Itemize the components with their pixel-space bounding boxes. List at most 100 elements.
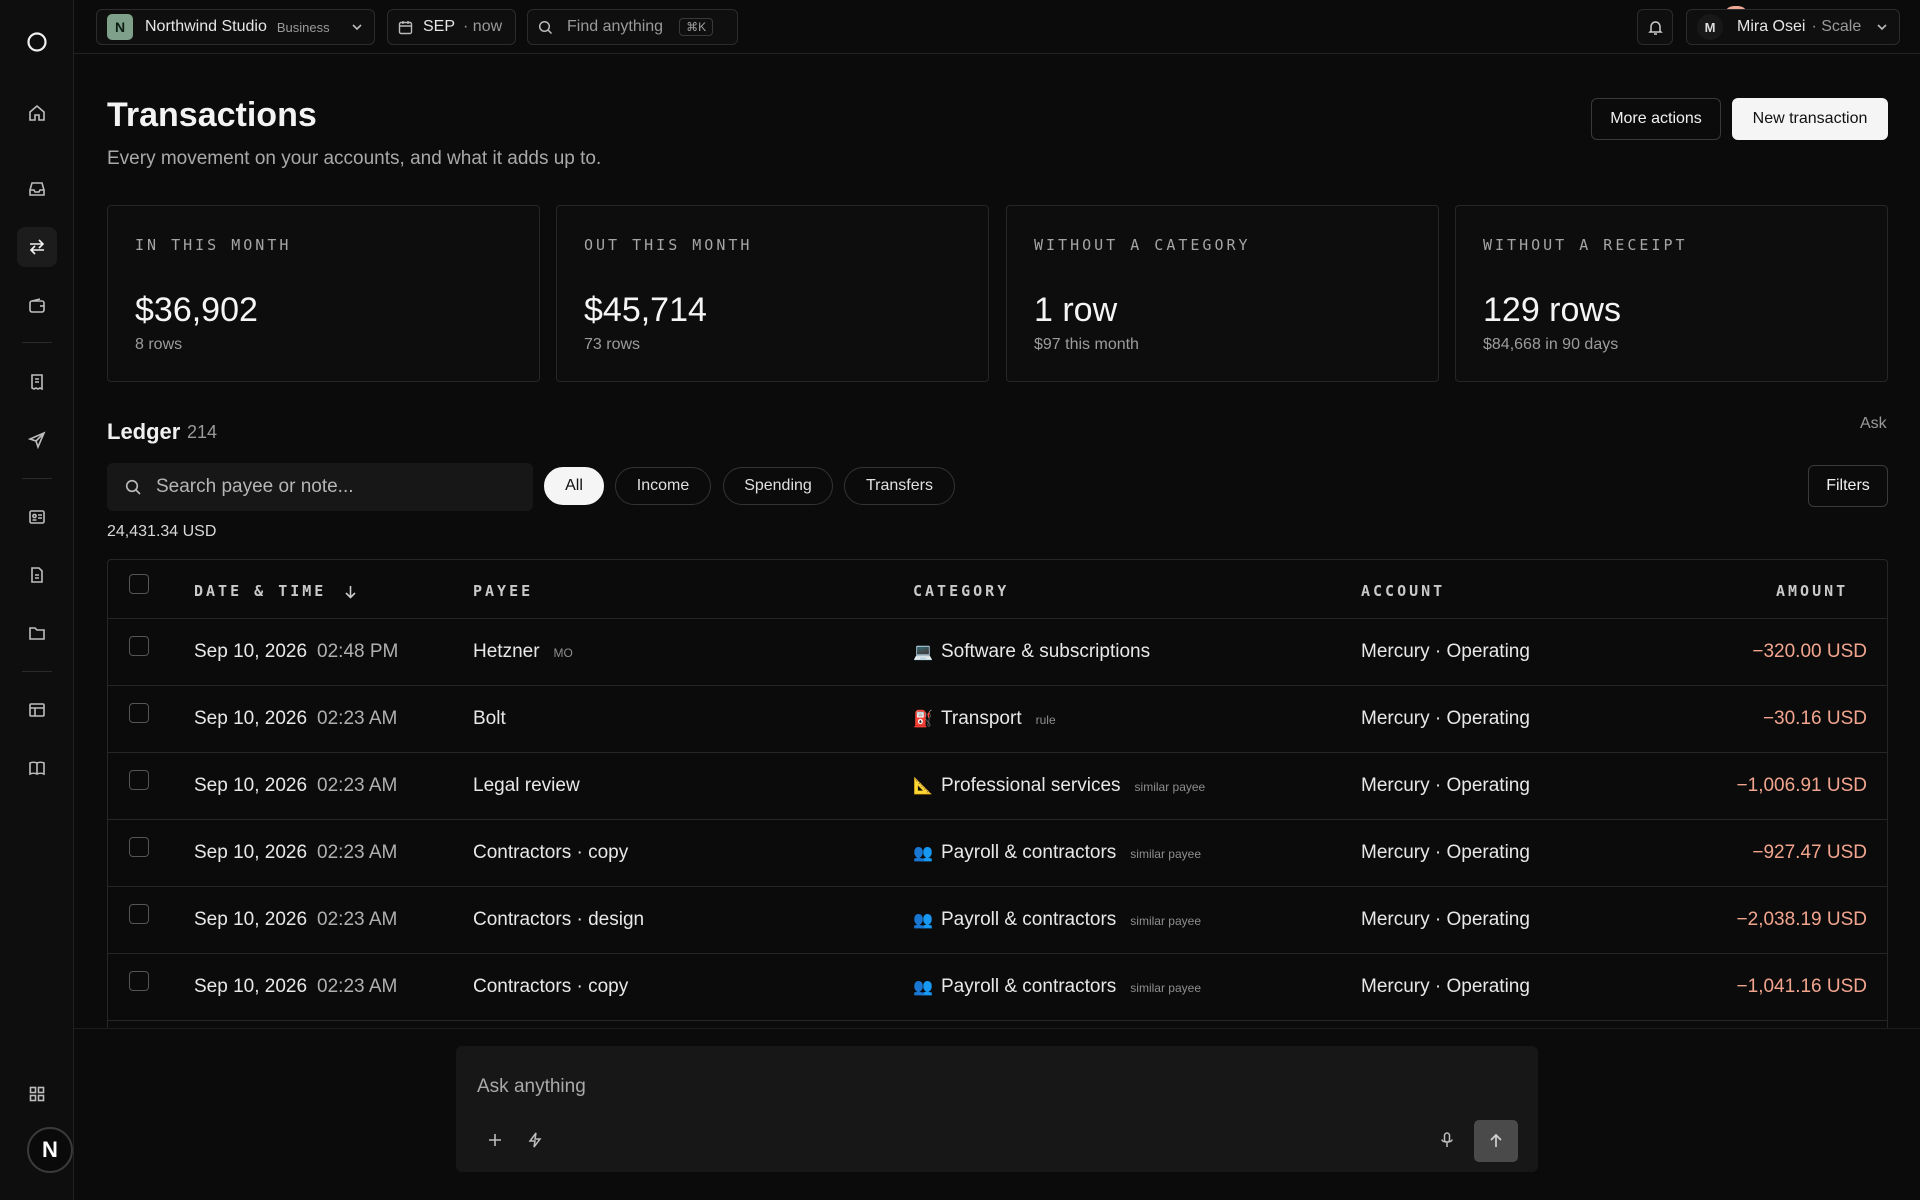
stat-label: WITHOUT A CATEGORY [1034,236,1251,254]
table-row[interactable]: Sep 10, 2026 02:48 PM Hetzner MO 💻 Software… [108,619,1887,686]
ask-input[interactable]: Ask anything [477,1076,586,1098]
table-row[interactable]: Sep 10, 2026 02:23 AM Contractors · copy … [108,954,1887,1021]
microphone-icon[interactable] [1438,1131,1456,1149]
user-menu[interactable]: M Mira Osei · Scale [1686,9,1900,45]
apps-grid-icon[interactable] [17,1074,57,1114]
row-category[interactable]: 👥 Payroll & contractors similar payee [913,976,1201,998]
row-account: Mercury · Operating [1361,976,1530,997]
transfer-arrows-icon[interactable] [17,227,57,267]
row-category[interactable]: 📐 Professional services similar payee [913,775,1205,797]
stat-sub: 8 rows [135,336,183,353]
fuel-pump-icon: ⛽ [913,711,933,728]
stat-card-uncategorized[interactable]: WITHOUT A CATEGORY 1 row $97 this month [1006,205,1439,382]
new-transaction-button[interactable]: New transaction [1732,98,1888,140]
layout-icon[interactable] [17,690,57,730]
row-checkbox[interactable] [129,971,149,991]
sidebar-divider [22,342,52,343]
home-icon[interactable] [17,93,57,133]
table-header: DATE & TIME PAYEE CATEGORY ACCOUNT AMOUN… [108,560,1887,619]
filters-button[interactable]: Filters [1808,465,1888,507]
arrow-up-icon [1488,1133,1504,1149]
col-payee[interactable]: PAYEE [473,582,533,600]
search-shortcut: ⌘K [679,18,714,36]
row-account: Mercury · Operating [1361,641,1530,662]
stat-value: $36,902 [135,291,258,329]
col-amount[interactable]: AMOUNT [1776,582,1848,600]
sort-arrow-icon [344,585,357,599]
row-checkbox[interactable] [129,636,149,656]
ledger-table: DATE & TIME PAYEE CATEGORY ACCOUNT AMOUN… [107,559,1888,1029]
ledger-search-input[interactable]: Search payee or note... [156,476,354,498]
sidebar-divider [22,671,52,672]
wallet-icon[interactable] [17,286,57,326]
ledger-search[interactable]: Search payee or note... [107,463,533,511]
workspace-avatar[interactable]: N [27,1127,73,1173]
notifications-button[interactable] [1637,9,1673,45]
category-tag: similar payee [1130,914,1201,928]
col-category[interactable]: CATEGORY [913,582,1009,600]
folder-icon[interactable] [17,613,57,653]
receipt-icon[interactable] [17,362,57,402]
stat-sub: 73 rows [584,336,641,353]
row-amount: −1,006.91 USD [1736,775,1867,796]
sidebar-divider [22,478,52,479]
row-datetime: Sep 10, 2026 02:23 AM [194,909,398,930]
more-actions-button[interactable]: More actions [1591,98,1721,140]
user-avatar: M [1697,14,1723,40]
book-icon[interactable] [17,748,57,788]
logo-ring-icon[interactable] [17,22,57,62]
plus-icon[interactable] [486,1131,504,1149]
row-checkbox[interactable] [129,770,149,790]
stat-card-no-receipt[interactable]: WITHOUT A RECEIPT 129 rows $84,668 in 90… [1455,205,1888,382]
payee-tag: MO [553,646,573,660]
ask-link[interactable]: Ask [1860,415,1887,433]
workspace-logo: N [107,14,133,40]
row-category[interactable]: 💻 Software & subscriptions [913,641,1164,663]
global-search[interactable]: Find anything ⌘K [527,9,738,45]
table-row[interactable]: Sep 10, 2026 02:23 AM Bolt ⛽ Transport rule… [108,686,1887,753]
bell-icon [1647,19,1664,36]
row-checkbox[interactable] [129,904,149,924]
filter-transfers[interactable]: Transfers [844,467,955,505]
document-icon[interactable] [17,555,57,595]
row-category[interactable]: ⛽ Transport rule [913,708,1056,730]
row-category[interactable]: 👥 Payroll & contractors similar payee [913,842,1201,864]
category-tag: similar payee [1130,981,1201,995]
ask-composer[interactable]: Ask anything [456,1046,1538,1172]
inbox-icon[interactable] [17,169,57,209]
filter-all[interactable]: All [544,467,604,505]
search-icon [538,20,553,35]
send-button[interactable] [1474,1120,1518,1162]
row-datetime: Sep 10, 2026 02:48 PM [194,641,399,662]
top-bar: N Northwind Studio Business SEP · now Fi… [74,0,1920,54]
ledger-count: 214 [187,422,218,442]
row-account: Mercury · Operating [1361,775,1530,796]
people-icon: 👥 [913,912,933,929]
table-row[interactable]: Sep 10, 2026 02:23 AM Contractors · copy … [108,820,1887,887]
row-category[interactable]: 👥 Payroll & contractors similar payee [913,909,1201,931]
lightning-icon[interactable] [526,1131,544,1149]
stat-card-out[interactable]: OUT THIS MONTH $45,714 73 rows [556,205,989,382]
id-card-icon[interactable] [17,497,57,537]
row-payee: Contractors · design [473,909,645,930]
stat-value: 1 row [1034,291,1118,329]
row-checkbox[interactable] [129,837,149,857]
row-payee: Contractors · copy [473,976,629,997]
row-checkbox[interactable] [129,703,149,723]
col-date[interactable]: DATE & TIME [194,582,357,600]
stat-card-in[interactable]: IN THIS MONTH $36,902 8 rows [107,205,540,382]
col-account[interactable]: ACCOUNT [1361,582,1445,600]
table-row[interactable]: Sep 10, 2026 02:23 AM Legal review 📐 Profe… [108,753,1887,820]
filter-income[interactable]: Income [615,467,711,505]
row-payee: Hetzner MO [473,641,573,662]
filter-spending[interactable]: Spending [723,467,833,505]
workspace-switcher[interactable]: N Northwind Studio Business [96,9,375,45]
global-search-placeholder: Find anything [567,18,664,35]
sidebar: N [0,0,74,1200]
period-picker[interactable]: SEP · now [387,9,516,45]
table-row[interactable]: Sep 10, 2026 02:23 AM Contractors · desig… [108,887,1887,954]
row-amount: −1,041.16 USD [1736,976,1867,997]
select-all-checkbox[interactable] [129,574,149,594]
send-icon[interactable] [17,420,57,460]
page-title: Transactions [107,96,317,134]
